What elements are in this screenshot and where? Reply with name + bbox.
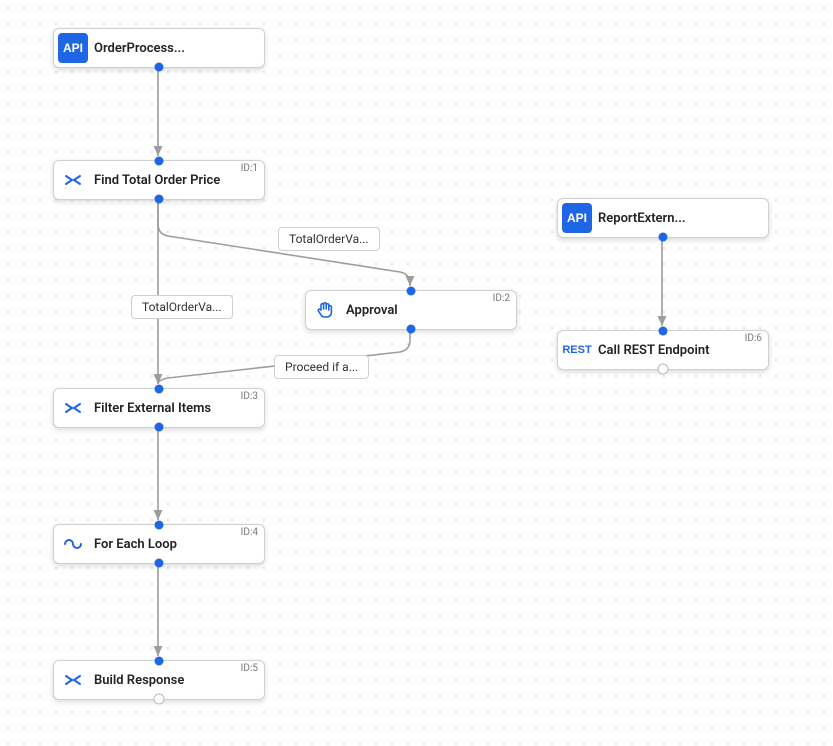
node-label: Filter External Items: [88, 401, 264, 416]
node-label: For Each Loop: [88, 537, 264, 552]
port-in[interactable]: [659, 327, 668, 336]
edge-label-n1-n2[interactable]: TotalOrderVa...: [278, 227, 380, 251]
port-out[interactable]: [155, 559, 164, 568]
port-out[interactable]: [155, 423, 164, 432]
node-start-reportextern[interactable]: API ReportExtern...: [557, 198, 769, 238]
port-out[interactable]: [155, 63, 164, 72]
port-out[interactable]: [659, 233, 668, 242]
node-build-response[interactable]: Build Response ID:5: [53, 660, 265, 700]
api-icon: API: [58, 33, 88, 63]
node-label: ReportExtern...: [592, 211, 768, 226]
data-mapper-icon: [58, 165, 88, 195]
node-for-each-loop[interactable]: For Each Loop ID:4: [53, 524, 265, 564]
data-mapper-icon: [58, 665, 88, 695]
node-label: Build Response: [88, 673, 264, 688]
flow-canvas[interactable]: API OrderProcess... Find Total Order Pri…: [0, 0, 833, 746]
node-label: Call REST Endpoint: [592, 343, 768, 358]
node-label: Approval: [340, 303, 516, 318]
port-in[interactable]: [155, 657, 164, 666]
edge-label-n2-n3[interactable]: Proceed if a...: [274, 355, 369, 379]
port-out[interactable]: [155, 195, 164, 204]
rest-icon: REST: [562, 335, 592, 365]
port-out-open[interactable]: [658, 364, 669, 375]
node-id: ID:5: [241, 663, 258, 674]
loop-icon: [58, 529, 88, 559]
node-start-orderprocess[interactable]: API OrderProcess...: [53, 28, 265, 68]
data-mapper-icon: [58, 393, 88, 423]
port-in[interactable]: [155, 385, 164, 394]
api-icon: API: [562, 203, 592, 233]
port-in[interactable]: [407, 287, 416, 296]
node-call-rest-endpoint[interactable]: REST Call REST Endpoint ID:6: [557, 330, 769, 370]
edge-label-n1-n3[interactable]: TotalOrderVa...: [131, 295, 233, 319]
edges-layer: [0, 0, 833, 746]
node-id: ID:1: [241, 163, 258, 174]
node-id: ID:2: [493, 293, 510, 304]
node-label: Find Total Order Price: [88, 173, 264, 188]
port-out[interactable]: [407, 325, 416, 334]
node-approval[interactable]: Approval ID:2: [305, 290, 517, 330]
node-filter-external-items[interactable]: Filter External Items ID:3: [53, 388, 265, 428]
node-find-total-order-price[interactable]: Find Total Order Price ID:1: [53, 160, 265, 200]
port-in[interactable]: [155, 521, 164, 530]
hand-icon: [310, 295, 340, 325]
node-label: OrderProcess...: [88, 41, 264, 56]
node-id: ID:4: [241, 527, 258, 538]
port-in[interactable]: [155, 157, 164, 166]
port-out-open[interactable]: [154, 694, 165, 705]
node-id: ID:6: [745, 333, 762, 344]
node-id: ID:3: [241, 391, 258, 402]
